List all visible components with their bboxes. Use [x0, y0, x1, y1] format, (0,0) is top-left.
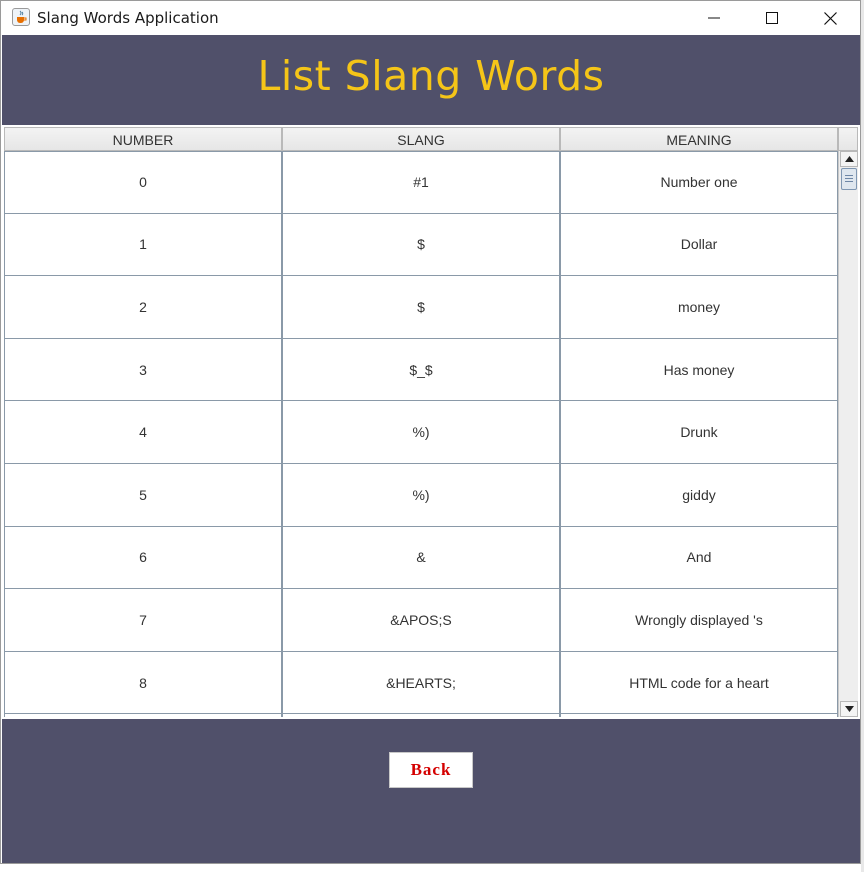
- cell-slang[interactable]: $: [282, 213, 560, 277]
- table-row[interactable]: 8 &HEARTS; HTML code for a heart: [4, 651, 838, 715]
- table-row[interactable]: 3 $_$ Has money: [4, 338, 838, 402]
- table-row[interactable]: 4 %) Drunk: [4, 401, 838, 464]
- cell-meaning[interactable]: Drunk: [560, 401, 838, 464]
- cell-number[interactable]: 7: [4, 589, 282, 652]
- column-header-slang[interactable]: SLANG: [282, 127, 560, 151]
- slang-table: NUMBER SLANG MEANING 0 #1 Number one 1 $…: [2, 125, 860, 719]
- column-header-meaning[interactable]: MEANING: [560, 127, 838, 151]
- minimize-icon: [708, 17, 720, 19]
- cell-meaning[interactable]: [560, 714, 838, 717]
- cell-meaning[interactable]: Number one: [560, 151, 838, 214]
- cell-meaning[interactable]: giddy: [560, 463, 838, 527]
- cell-number[interactable]: 5: [4, 463, 282, 527]
- cell-number[interactable]: 1: [4, 213, 282, 277]
- minimize-button[interactable]: [685, 1, 743, 35]
- close-button[interactable]: [801, 1, 859, 35]
- cell-slang[interactable]: %): [282, 401, 560, 464]
- close-icon: [823, 11, 837, 25]
- cell-meaning[interactable]: money: [560, 276, 838, 339]
- cell-slang[interactable]: &HEARTS;: [282, 651, 560, 715]
- java-cup-icon: [12, 8, 30, 26]
- table-body: 0 #1 Number one 1 $ Dollar 2 $ money 3 $…: [4, 151, 838, 717]
- cell-number[interactable]: 6: [4, 526, 282, 590]
- table-row[interactable]: 1 $ Dollar: [4, 213, 838, 277]
- cell-meaning[interactable]: Wrongly displayed 's: [560, 589, 838, 652]
- page-title: List Slang Words: [257, 52, 605, 100]
- scroll-thumb[interactable]: [841, 168, 857, 190]
- cell-meaning[interactable]: Dollar: [560, 213, 838, 277]
- cell-meaning[interactable]: HTML code for a heart: [560, 651, 838, 715]
- vertical-scrollbar[interactable]: [838, 151, 858, 717]
- table-row[interactable]: 6 & And: [4, 526, 838, 590]
- footer-panel: Back: [2, 719, 860, 863]
- table-row[interactable]: 2 $ money: [4, 276, 838, 339]
- cell-number[interactable]: 0: [4, 151, 282, 214]
- title-bar: Slang Words Application: [1, 1, 860, 35]
- maximize-button[interactable]: [743, 1, 801, 35]
- cell-meaning[interactable]: And: [560, 526, 838, 590]
- cell-slang[interactable]: $: [282, 276, 560, 339]
- cell-number[interactable]: [4, 714, 282, 717]
- arrow-up-icon: [844, 156, 854, 162]
- column-header-number[interactable]: NUMBER: [4, 127, 282, 151]
- app-window: Slang Words Application List Slang Words…: [0, 0, 861, 864]
- cell-number[interactable]: 3: [4, 338, 282, 402]
- table-row-partial[interactable]: [4, 714, 838, 717]
- cell-number[interactable]: 4: [4, 401, 282, 464]
- maximize-icon: [766, 12, 778, 24]
- back-button[interactable]: Back: [389, 752, 473, 788]
- table-row[interactable]: 0 #1 Number one: [4, 151, 838, 214]
- scroll-corner: [838, 127, 858, 151]
- table-header: NUMBER SLANG MEANING: [4, 127, 838, 151]
- table-row[interactable]: 5 %) giddy: [4, 463, 838, 527]
- cell-slang[interactable]: &: [282, 526, 560, 590]
- arrow-down-icon: [844, 706, 854, 712]
- cell-slang[interactable]: [282, 714, 560, 717]
- cell-number[interactable]: 8: [4, 651, 282, 715]
- scroll-up-button[interactable]: [840, 151, 858, 167]
- window-title: Slang Words Application: [37, 9, 219, 27]
- table-row[interactable]: 7 &APOS;S Wrongly displayed 's: [4, 589, 838, 652]
- scroll-down-button[interactable]: [840, 701, 858, 717]
- cell-number[interactable]: 2: [4, 276, 282, 339]
- cell-slang[interactable]: $_$: [282, 338, 560, 402]
- cell-slang[interactable]: &APOS;S: [282, 589, 560, 652]
- cell-slang[interactable]: %): [282, 463, 560, 527]
- cell-slang[interactable]: #1: [282, 151, 560, 214]
- cell-meaning[interactable]: Has money: [560, 338, 838, 402]
- header-panel: List Slang Words: [2, 35, 860, 125]
